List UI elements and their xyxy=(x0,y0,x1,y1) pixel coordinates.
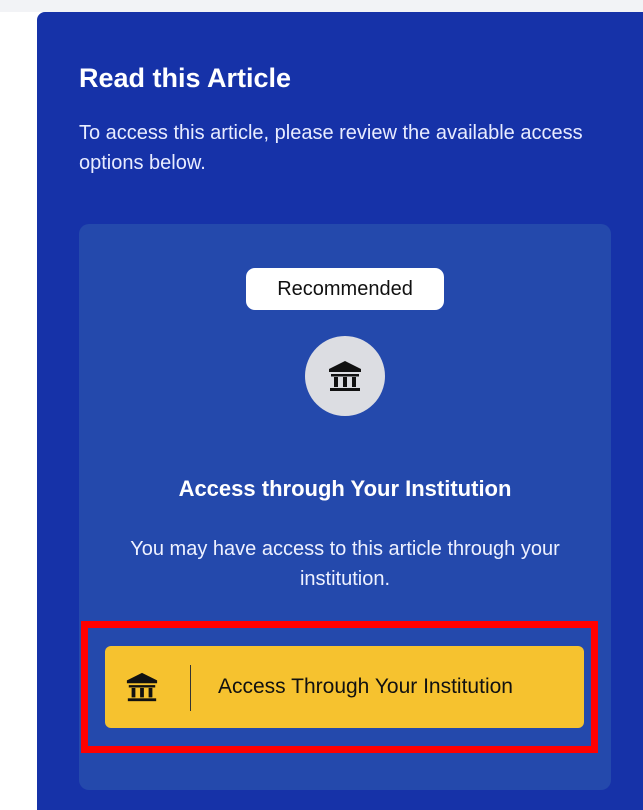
institution-icon xyxy=(329,361,361,391)
institution-access-title: Access through Your Institution xyxy=(178,476,512,501)
access-button-label: Access Through Your Institution xyxy=(218,675,513,698)
button-divider xyxy=(190,665,191,711)
page: Read this Article To access this article… xyxy=(0,0,643,810)
institution-access-description: You may have access to this article thro… xyxy=(130,538,560,590)
top-strip xyxy=(0,0,643,12)
institution-access-card: Recommended Access through Your Institut… xyxy=(79,224,611,790)
panel-title: Read this Article xyxy=(79,63,292,93)
panel-description: To access this article, please review th… xyxy=(79,122,583,174)
institution-icon-circle xyxy=(305,336,385,416)
read-article-panel: Read this Article To access this article… xyxy=(37,12,643,810)
institution-icon xyxy=(126,672,158,702)
recommended-badge: Recommended xyxy=(246,268,444,310)
access-through-institution-button[interactable]: Access Through Your Institution xyxy=(105,646,584,728)
